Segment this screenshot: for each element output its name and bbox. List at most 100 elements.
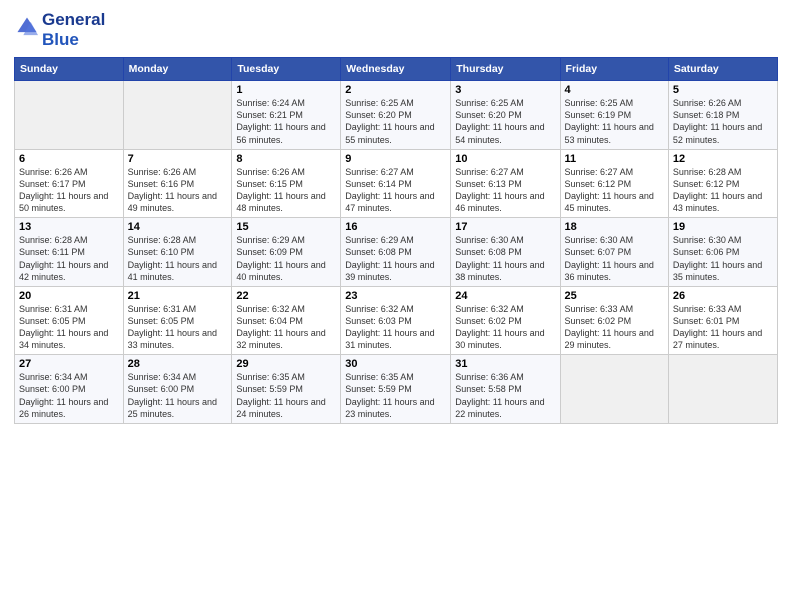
day-info: Sunrise: 6:28 AM Sunset: 6:11 PM Dayligh… <box>19 234 119 283</box>
day-info: Sunrise: 6:28 AM Sunset: 6:10 PM Dayligh… <box>128 234 228 283</box>
day-number: 23 <box>345 290 446 302</box>
calendar-cell: 23Sunrise: 6:32 AM Sunset: 6:03 PM Dayli… <box>341 286 451 355</box>
week-row-4: 20Sunrise: 6:31 AM Sunset: 6:05 PM Dayli… <box>15 286 778 355</box>
logo-line2: Blue <box>42 30 105 50</box>
day-info: Sunrise: 6:30 AM Sunset: 6:06 PM Dayligh… <box>673 234 773 283</box>
weekday-header-row: SundayMondayTuesdayWednesdayThursdayFrid… <box>15 58 778 81</box>
calendar-cell: 19Sunrise: 6:30 AM Sunset: 6:06 PM Dayli… <box>668 218 777 287</box>
logo-icon <box>16 16 38 38</box>
calendar-cell: 24Sunrise: 6:32 AM Sunset: 6:02 PM Dayli… <box>451 286 560 355</box>
calendar-cell: 8Sunrise: 6:26 AM Sunset: 6:15 PM Daylig… <box>232 149 341 218</box>
day-info: Sunrise: 6:25 AM Sunset: 6:20 PM Dayligh… <box>455 97 555 146</box>
calendar-cell: 20Sunrise: 6:31 AM Sunset: 6:05 PM Dayli… <box>15 286 124 355</box>
calendar-cell: 25Sunrise: 6:33 AM Sunset: 6:02 PM Dayli… <box>560 286 668 355</box>
week-row-3: 13Sunrise: 6:28 AM Sunset: 6:11 PM Dayli… <box>15 218 778 287</box>
day-number: 10 <box>455 153 555 165</box>
day-info: Sunrise: 6:32 AM Sunset: 6:03 PM Dayligh… <box>345 303 446 352</box>
day-number: 18 <box>565 221 664 233</box>
day-info: Sunrise: 6:24 AM Sunset: 6:21 PM Dayligh… <box>236 97 336 146</box>
weekday-tuesday: Tuesday <box>232 58 341 81</box>
weekday-sunday: Sunday <box>15 58 124 81</box>
day-number: 1 <box>236 84 336 96</box>
day-info: Sunrise: 6:35 AM Sunset: 5:59 PM Dayligh… <box>345 371 446 420</box>
day-info: Sunrise: 6:31 AM Sunset: 6:05 PM Dayligh… <box>19 303 119 352</box>
day-info: Sunrise: 6:30 AM Sunset: 6:07 PM Dayligh… <box>565 234 664 283</box>
day-number: 25 <box>565 290 664 302</box>
week-row-1: 1Sunrise: 6:24 AM Sunset: 6:21 PM Daylig… <box>15 81 778 150</box>
calendar-cell: 18Sunrise: 6:30 AM Sunset: 6:07 PM Dayli… <box>560 218 668 287</box>
day-number: 27 <box>19 358 119 370</box>
weekday-saturday: Saturday <box>668 58 777 81</box>
day-number: 7 <box>128 153 228 165</box>
calendar-cell: 21Sunrise: 6:31 AM Sunset: 6:05 PM Dayli… <box>123 286 232 355</box>
calendar-cell: 13Sunrise: 6:28 AM Sunset: 6:11 PM Dayli… <box>15 218 124 287</box>
day-info: Sunrise: 6:28 AM Sunset: 6:12 PM Dayligh… <box>673 166 773 215</box>
calendar-cell: 5Sunrise: 6:26 AM Sunset: 6:18 PM Daylig… <box>668 81 777 150</box>
day-info: Sunrise: 6:25 AM Sunset: 6:20 PM Dayligh… <box>345 97 446 146</box>
day-info: Sunrise: 6:27 AM Sunset: 6:12 PM Dayligh… <box>565 166 664 215</box>
calendar-cell: 11Sunrise: 6:27 AM Sunset: 6:12 PM Dayli… <box>560 149 668 218</box>
calendar-cell: 30Sunrise: 6:35 AM Sunset: 5:59 PM Dayli… <box>341 355 451 424</box>
weekday-monday: Monday <box>123 58 232 81</box>
day-info: Sunrise: 6:26 AM Sunset: 6:16 PM Dayligh… <box>128 166 228 215</box>
calendar-cell <box>15 81 124 150</box>
day-number: 26 <box>673 290 773 302</box>
day-info: Sunrise: 6:31 AM Sunset: 6:05 PM Dayligh… <box>128 303 228 352</box>
day-number: 14 <box>128 221 228 233</box>
day-number: 30 <box>345 358 446 370</box>
calendar-cell: 14Sunrise: 6:28 AM Sunset: 6:10 PM Dayli… <box>123 218 232 287</box>
calendar-body: 1Sunrise: 6:24 AM Sunset: 6:21 PM Daylig… <box>15 81 778 424</box>
day-info: Sunrise: 6:25 AM Sunset: 6:19 PM Dayligh… <box>565 97 664 146</box>
calendar-cell: 27Sunrise: 6:34 AM Sunset: 6:00 PM Dayli… <box>15 355 124 424</box>
calendar-cell: 29Sunrise: 6:35 AM Sunset: 5:59 PM Dayli… <box>232 355 341 424</box>
day-info: Sunrise: 6:29 AM Sunset: 6:08 PM Dayligh… <box>345 234 446 283</box>
day-info: Sunrise: 6:34 AM Sunset: 6:00 PM Dayligh… <box>19 371 119 420</box>
day-number: 20 <box>19 290 119 302</box>
day-number: 5 <box>673 84 773 96</box>
day-number: 31 <box>455 358 555 370</box>
day-number: 17 <box>455 221 555 233</box>
weekday-wednesday: Wednesday <box>341 58 451 81</box>
day-number: 12 <box>673 153 773 165</box>
day-number: 28 <box>128 358 228 370</box>
day-info: Sunrise: 6:33 AM Sunset: 6:01 PM Dayligh… <box>673 303 773 352</box>
calendar-cell: 15Sunrise: 6:29 AM Sunset: 6:09 PM Dayli… <box>232 218 341 287</box>
day-info: Sunrise: 6:27 AM Sunset: 6:14 PM Dayligh… <box>345 166 446 215</box>
calendar-cell: 6Sunrise: 6:26 AM Sunset: 6:17 PM Daylig… <box>15 149 124 218</box>
header: General Blue <box>14 10 778 49</box>
day-number: 9 <box>345 153 446 165</box>
day-info: Sunrise: 6:26 AM Sunset: 6:18 PM Dayligh… <box>673 97 773 146</box>
day-number: 8 <box>236 153 336 165</box>
day-info: Sunrise: 6:26 AM Sunset: 6:15 PM Dayligh… <box>236 166 336 215</box>
calendar-cell <box>560 355 668 424</box>
calendar-cell <box>668 355 777 424</box>
calendar-header: SundayMondayTuesdayWednesdayThursdayFrid… <box>15 58 778 81</box>
day-number: 22 <box>236 290 336 302</box>
calendar-cell: 3Sunrise: 6:25 AM Sunset: 6:20 PM Daylig… <box>451 81 560 150</box>
day-number: 16 <box>345 221 446 233</box>
day-info: Sunrise: 6:34 AM Sunset: 6:00 PM Dayligh… <box>128 371 228 420</box>
calendar-cell: 12Sunrise: 6:28 AM Sunset: 6:12 PM Dayli… <box>668 149 777 218</box>
day-info: Sunrise: 6:30 AM Sunset: 6:08 PM Dayligh… <box>455 234 555 283</box>
calendar-cell: 16Sunrise: 6:29 AM Sunset: 6:08 PM Dayli… <box>341 218 451 287</box>
calendar-cell: 28Sunrise: 6:34 AM Sunset: 6:00 PM Dayli… <box>123 355 232 424</box>
day-number: 29 <box>236 358 336 370</box>
weekday-thursday: Thursday <box>451 58 560 81</box>
calendar-cell: 1Sunrise: 6:24 AM Sunset: 6:21 PM Daylig… <box>232 81 341 150</box>
day-info: Sunrise: 6:29 AM Sunset: 6:09 PM Dayligh… <box>236 234 336 283</box>
calendar-cell: 4Sunrise: 6:25 AM Sunset: 6:19 PM Daylig… <box>560 81 668 150</box>
calendar-cell: 2Sunrise: 6:25 AM Sunset: 6:20 PM Daylig… <box>341 81 451 150</box>
day-number: 15 <box>236 221 336 233</box>
calendar-cell: 7Sunrise: 6:26 AM Sunset: 6:16 PM Daylig… <box>123 149 232 218</box>
calendar-cell: 17Sunrise: 6:30 AM Sunset: 6:08 PM Dayli… <box>451 218 560 287</box>
day-info: Sunrise: 6:27 AM Sunset: 6:13 PM Dayligh… <box>455 166 555 215</box>
day-number: 3 <box>455 84 555 96</box>
calendar-cell: 26Sunrise: 6:33 AM Sunset: 6:01 PM Dayli… <box>668 286 777 355</box>
calendar-cell: 31Sunrise: 6:36 AM Sunset: 5:58 PM Dayli… <box>451 355 560 424</box>
day-number: 2 <box>345 84 446 96</box>
logo: General Blue <box>14 10 105 49</box>
day-number: 21 <box>128 290 228 302</box>
calendar-cell: 10Sunrise: 6:27 AM Sunset: 6:13 PM Dayli… <box>451 149 560 218</box>
week-row-5: 27Sunrise: 6:34 AM Sunset: 6:00 PM Dayli… <box>15 355 778 424</box>
day-info: Sunrise: 6:33 AM Sunset: 6:02 PM Dayligh… <box>565 303 664 352</box>
